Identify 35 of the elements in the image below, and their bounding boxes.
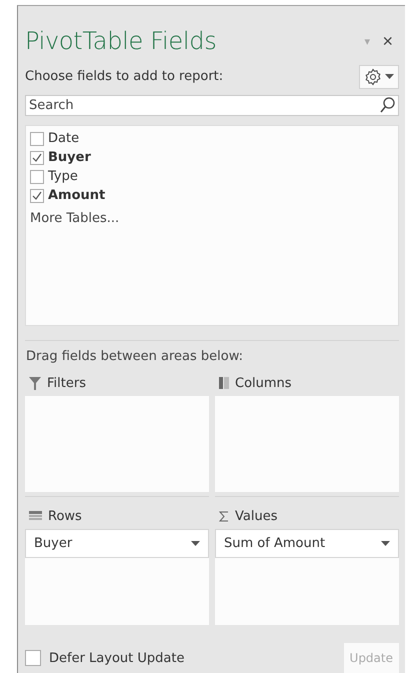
field-checkbox[interactable] (30, 150, 44, 164)
area-title: Values (235, 508, 278, 524)
drop-area[interactable]: Buyer (25, 529, 209, 625)
defer-label: Defer Layout Update (49, 650, 184, 666)
field-label: Buyer (48, 150, 91, 165)
field-checkbox[interactable] (30, 170, 44, 184)
search-input[interactable]: Search (29, 98, 380, 113)
search-field[interactable]: Search (25, 94, 399, 116)
prompt-text: Choose fields to add to report: (25, 69, 224, 84)
panel-title: PivotTable Fields (25, 27, 218, 56)
field-checkbox[interactable] (30, 188, 44, 202)
filter-icon (29, 376, 41, 390)
sigma-icon (219, 510, 229, 522)
tools-button[interactable] (359, 64, 399, 89)
gear-icon (364, 68, 382, 86)
area-title: Rows (48, 508, 82, 524)
field-label: Amount (48, 188, 106, 203)
area-title: Filters (47, 376, 86, 390)
field-label: Date (48, 131, 80, 146)
area-field-button[interactable]: Sum of Amount (215, 529, 399, 558)
defer-checkbox[interactable] (25, 650, 41, 666)
caret-icon (385, 74, 394, 80)
rows-icon (29, 511, 42, 521)
drop-area[interactable]: Sum of Amount (215, 529, 399, 625)
areas-instruction: Drag fields between areas below: (26, 349, 244, 364)
caret-icon (381, 541, 390, 546)
search-icon (380, 97, 395, 114)
area-field-button[interactable]: Buyer (25, 529, 209, 558)
field-label: Type (48, 169, 78, 184)
close-button[interactable]: × (376, 30, 399, 52)
columns-icon (219, 377, 229, 389)
caret-icon (191, 541, 200, 546)
field-checkbox[interactable] (30, 132, 44, 146)
area-title: Columns (235, 376, 292, 390)
more-tables-link[interactable]: More Tables... (30, 211, 394, 226)
